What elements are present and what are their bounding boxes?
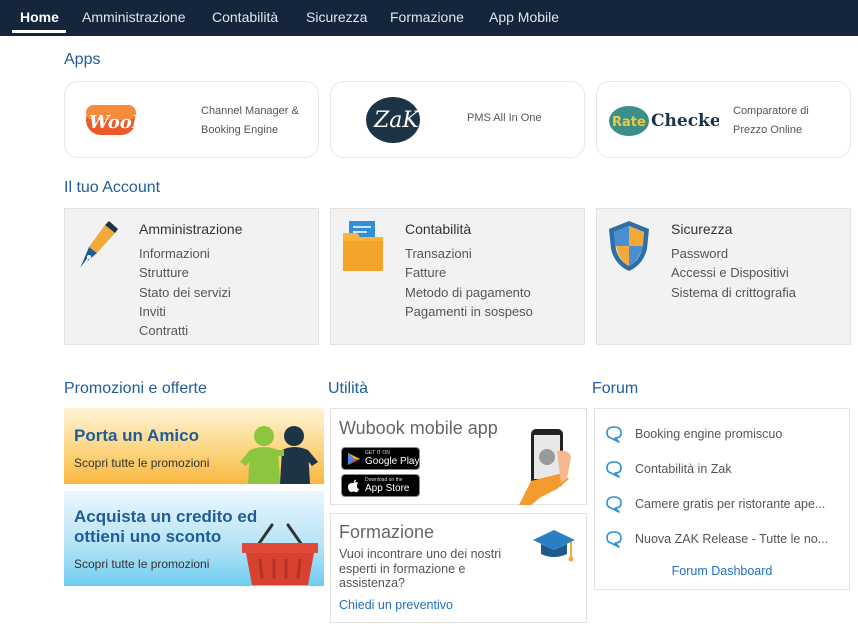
chat-bubble-icon [606, 461, 622, 478]
forum-item-text: Nuova ZAK Release - Tutte le no... [635, 532, 829, 546]
google-play-icon [348, 453, 360, 465]
promo-card-credito-sconto[interactable]: Acquista un credito ed ottieni uno scont… [64, 491, 324, 586]
forum-dashboard-link[interactable]: Forum Dashboard [595, 564, 849, 578]
app-card-woodoo[interactable]: WooDoo Channel Manager & Booking Engine [64, 81, 319, 158]
nav-app-mobile[interactable]: App Mobile [489, 0, 559, 36]
app-desc-woodoo: Channel Manager & Booking Engine [201, 105, 299, 136]
account-link-strutture[interactable]: Strutture [139, 263, 231, 282]
account-card-title: Sicurezza [671, 221, 733, 237]
forum-card: Booking engine promiscuo Contabilità in … [594, 408, 850, 590]
zak-logo: ZaK [365, 96, 421, 144]
forum-item-text: Contabilità in Zak [635, 462, 732, 476]
forum-section-title: Forum [592, 380, 639, 397]
svg-text:Checker: Checker [651, 111, 719, 131]
forum-item-text: Booking engine promiscuo [635, 427, 783, 441]
app-desc-ratechecker: Comparatore di Prezzo Online [733, 105, 809, 136]
training-title: Formazione [339, 522, 435, 542]
svg-text:WooDoo: WooDoo [89, 112, 171, 133]
mobile-app-title: Wubook mobile app [339, 418, 498, 438]
google-play-badge[interactable]: GET IT ON Google Play [341, 447, 420, 470]
woodoo-logo: WooDoo [85, 101, 171, 139]
nav-amministrazione[interactable]: Amministrazione [82, 0, 185, 36]
account-link-transazioni[interactable]: Transazioni [405, 244, 533, 263]
account-card-amministrazione: Amministrazione Informazioni Strutture S… [64, 208, 319, 345]
badge-big-text: Google Play [365, 456, 420, 467]
app-store-badge[interactable]: Download on the App Store [341, 474, 420, 497]
account-card-contabilita: Contabilità Transazioni Fatture Metodo d… [330, 208, 585, 345]
account-card-title: Contabilità [405, 221, 472, 237]
nav-formazione[interactable]: Formazione [390, 0, 464, 36]
account-section-title: Il tuo Account [64, 179, 161, 196]
account-card-title: Amministrazione [139, 221, 243, 237]
training-text: Vuoi incontrare uno dei nostri esperti i… [339, 547, 502, 590]
account-link-accessi-dispositivi[interactable]: Accessi e Dispositivi [671, 263, 796, 282]
graduation-cap-icon [531, 528, 577, 564]
utility-section-title: Utilità [328, 380, 369, 397]
apps-section-title: Apps [64, 51, 101, 68]
ratechecker-logo: Rate Checker [609, 102, 731, 138]
chat-bubble-icon [606, 426, 622, 443]
nav-contabilita[interactable]: Contabilità [212, 0, 278, 36]
chat-bubble-icon [606, 496, 622, 513]
account-card-sicurezza: Sicurezza Password Accessi e Dispositivi… [596, 208, 851, 345]
forum-item[interactable]: Camere gratis per ristorante ape... [605, 493, 841, 517]
phone-in-hand-icon [517, 427, 575, 505]
friends-icon [236, 422, 322, 484]
svg-text:ZaK: ZaK [373, 108, 420, 133]
account-link-contratti[interactable]: Contratti [139, 321, 231, 340]
promo-subtitle: Scopri tutte le promozioni [74, 456, 210, 470]
promo-subtitle: Scopri tutte le promozioni [74, 557, 210, 571]
badge-big-text: App Store [365, 483, 410, 494]
chat-bubble-icon [606, 531, 622, 548]
promotions-section-title: Promozioni e offerte [64, 380, 207, 397]
nav-active-indicator [12, 30, 66, 33]
account-link-metodo-pagamento[interactable]: Metodo di pagamento [405, 283, 533, 302]
forum-item[interactable]: Booking engine promiscuo [605, 423, 841, 447]
apple-icon [347, 479, 359, 493]
app-desc-zak: PMS All In One [467, 112, 542, 124]
fountain-pen-icon [75, 219, 119, 273]
account-link-informazioni[interactable]: Informazioni [139, 244, 231, 263]
account-link-fatture[interactable]: Fatture [405, 263, 533, 282]
folder-icon [341, 219, 385, 273]
promo-title: Acquista un credito ed ottieni uno scont… [74, 507, 258, 546]
promo-title: Porta un Amico [74, 426, 199, 445]
training-quote-link[interactable]: Chiedi un preventivo [339, 598, 453, 612]
account-link-pagamenti-sospeso[interactable]: Pagamenti in sospeso [405, 302, 533, 321]
account-link-password[interactable]: Password [671, 244, 796, 263]
account-link-inviti[interactable]: Inviti [139, 302, 231, 321]
account-link-stato-servizi[interactable]: Stato dei servizi [139, 283, 231, 302]
forum-item[interactable]: Nuova ZAK Release - Tutte le no... [605, 528, 841, 552]
shield-icon [607, 219, 651, 273]
top-navbar: Home Amministrazione Contabilità Sicurez… [0, 0, 858, 36]
app-card-ratechecker[interactable]: Rate Checker Comparatore di Prezzo Onlin… [596, 81, 851, 158]
basket-icon [240, 523, 320, 585]
forum-item-text: Camere gratis per ristorante ape... [635, 497, 826, 511]
svg-text:Rate: Rate [612, 115, 646, 130]
promo-card-porta-amico[interactable]: Porta un Amico Scopri tutte le promozion… [64, 408, 324, 484]
nav-sicurezza[interactable]: Sicurezza [306, 0, 367, 36]
training-card: Formazione Vuoi incontrare uno dei nostr… [330, 513, 587, 623]
app-card-zak[interactable]: ZaK PMS All In One [330, 81, 585, 158]
mobile-app-card: Wubook mobile app GET IT ON Google Play … [330, 408, 587, 505]
account-link-crittografia[interactable]: Sistema di crittografia [671, 283, 796, 302]
forum-item[interactable]: Contabilità in Zak [605, 458, 841, 482]
